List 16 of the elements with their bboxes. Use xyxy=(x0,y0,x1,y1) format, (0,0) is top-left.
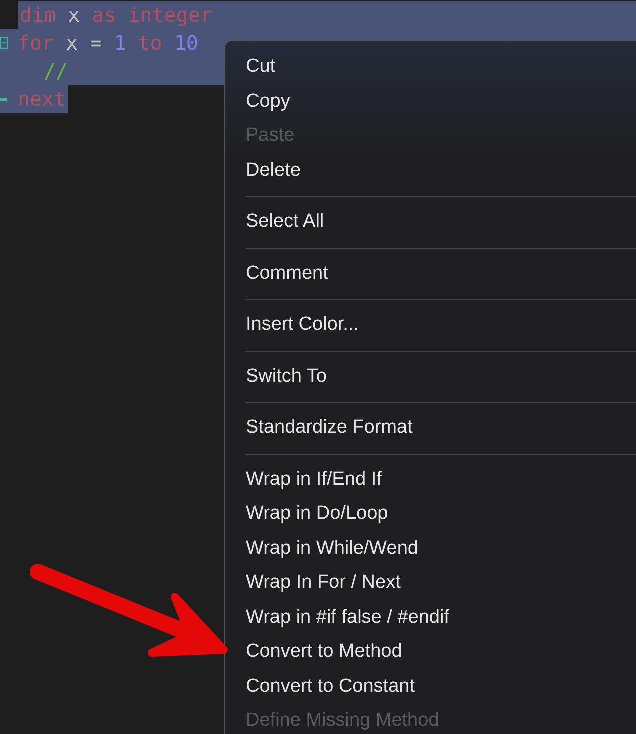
menu-item[interactable]: Copy xyxy=(246,84,636,119)
menu-item[interactable]: Wrap in Do/Loop xyxy=(246,497,636,532)
menu-item[interactable]: Wrap in If/End If xyxy=(246,462,636,497)
fold-marker-icon[interactable] xyxy=(0,37,8,49)
menu-item[interactable]: Standardize Format xyxy=(246,411,636,446)
menu-item[interactable]: Switch To xyxy=(246,360,636,394)
menu-item[interactable]: Wrap in While/Wend xyxy=(246,532,636,566)
menu-item[interactable]: Convert to Constant xyxy=(246,670,636,704)
menu-item[interactable]: Wrap in #if false / #endif xyxy=(246,600,636,635)
menu-item[interactable]: Wrap In For / Next xyxy=(246,566,636,600)
menu-item[interactable]: Delete xyxy=(246,154,636,188)
menu-item[interactable]: Convert to Method xyxy=(246,635,636,670)
menu-item[interactable]: Comment xyxy=(246,256,636,291)
menu-item[interactable]: Select All xyxy=(246,205,636,240)
fold-end-icon xyxy=(0,98,7,100)
menu-item[interactable]: Insert Color... xyxy=(246,308,636,342)
